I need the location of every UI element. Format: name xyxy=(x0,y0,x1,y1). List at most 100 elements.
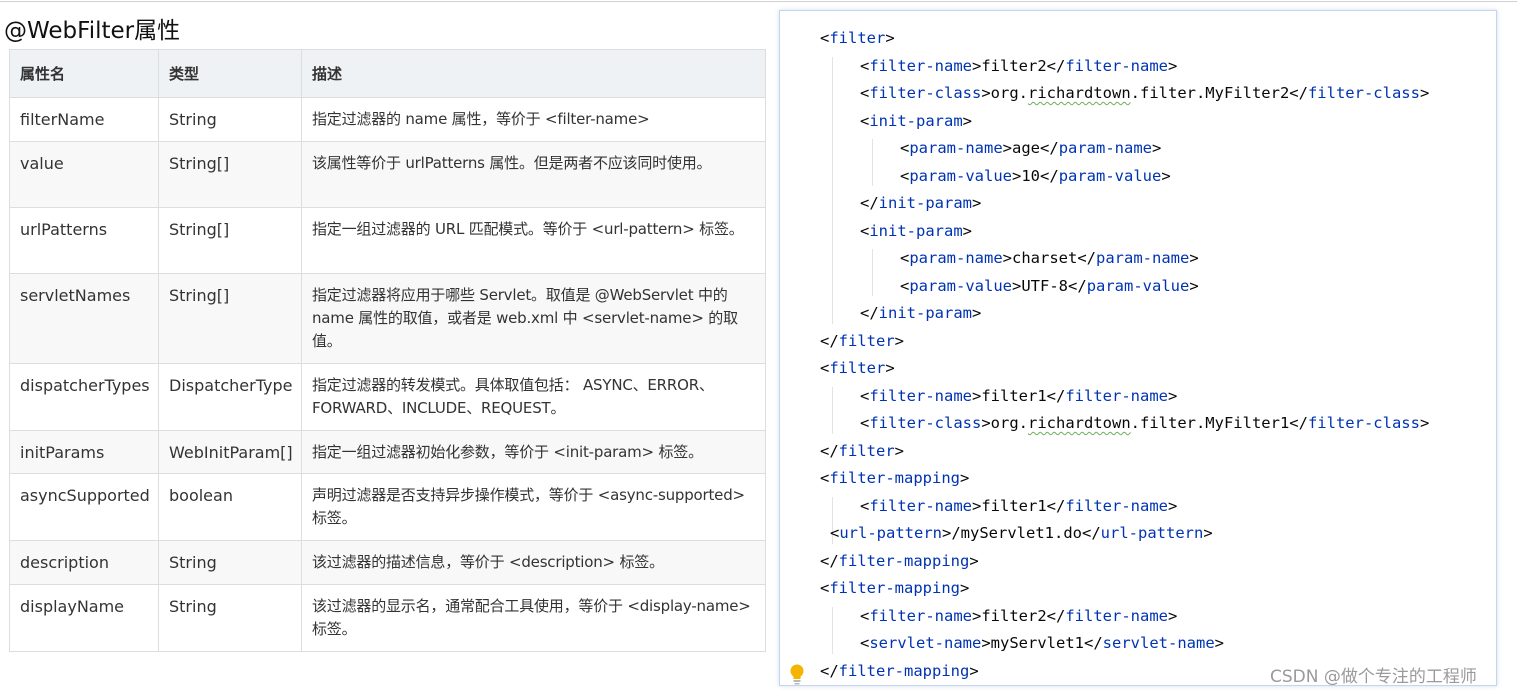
tag-bracket: </ xyxy=(1082,524,1101,542)
xml-tag-name: filter xyxy=(829,29,886,47)
tag-bracket: < xyxy=(900,166,910,185)
table-row: dispatcherTypes DispatcherType 指定过滤器的转发模式。… xyxy=(9,363,766,431)
code-line: <filter-class>org.richardtown.filter.MyF… xyxy=(780,410,1429,438)
tag-bracket: < xyxy=(820,29,830,47)
xml-tag-name: init-param xyxy=(869,111,963,130)
code-line: <filter-class>org.richardtown.filter.MyF… xyxy=(780,80,1429,108)
xml-tag-name: filter-name xyxy=(869,386,972,405)
xml-text-value: myServlet1 xyxy=(990,634,1084,652)
table-row: servletNames String[] 指定过滤器将应用于哪些 Servlet。… xyxy=(9,273,766,364)
table-row: asyncSupported boolean 声明过滤器是否支持异步操作模式，等价于… xyxy=(9,473,766,541)
xml-tag-name: param-value xyxy=(1086,276,1190,295)
spellcheck-squiggle: richardtown xyxy=(1028,84,1131,102)
cell-attribute-name: filterName xyxy=(9,97,159,142)
cell-attribute-description: 指定过滤器的转发模式。具体取值包括： ASYNC、ERROR、FORWARD、I… xyxy=(301,363,766,431)
spellcheck-squiggle: richardtown xyxy=(1028,414,1131,432)
tag-bracket: </ xyxy=(820,661,839,680)
tag-bracket: > xyxy=(1168,386,1178,405)
xml-tag-name: param-value xyxy=(909,166,1012,185)
cell-attribute-type: String[] xyxy=(158,273,302,364)
tag-bracket: < xyxy=(860,111,870,130)
tag-bracket: </ xyxy=(820,551,839,570)
tag-bracket: > xyxy=(1002,139,1013,157)
cell-attribute-description: 该过滤器的显示名，通常配合工具使用，等价于 <display-name> 标签。 xyxy=(301,584,766,652)
tag-bracket: > xyxy=(885,359,895,377)
tag-bracket: > xyxy=(972,56,982,75)
tag-bracket: > xyxy=(1168,496,1178,515)
xml-tag-name: filter-mapping xyxy=(838,551,970,570)
tag-bracket: </ xyxy=(860,304,879,322)
tag-bracket: </ xyxy=(1046,496,1066,515)
tag-bracket: < xyxy=(820,469,830,487)
cell-attribute-description: 指定过滤器将应用于哪些 Servlet。取值是 @WebServlet 中的 n… xyxy=(301,273,766,364)
code-line: <param-value>10</param-value> xyxy=(780,163,1429,191)
xml-tag-name: filter-class xyxy=(1307,84,1420,102)
table-body: filterName String 指定过滤器的 name 属性，等价于 <filt… xyxy=(9,97,766,652)
tag-bracket: </ xyxy=(1077,249,1097,267)
xml-tag-name: param-value xyxy=(1058,166,1162,185)
tag-bracket: </ xyxy=(1084,634,1103,652)
tag-bracket: > xyxy=(962,221,973,240)
cell-attribute-description: 指定一组过滤器初始化参数，等价于 <init-param> 标签。 xyxy=(301,430,766,474)
tag-bracket: </ xyxy=(1289,84,1308,102)
xml-tag-name: init-param xyxy=(878,194,972,212)
code-lines: <filter> <filter-name>filter2</filter-nam… xyxy=(780,25,1429,685)
tag-bracket: > xyxy=(894,331,905,350)
tag-bracket: </ xyxy=(820,441,839,460)
code-line: <servlet-name>myServlet1</servlet-name> xyxy=(780,630,1429,658)
cell-attribute-type: String xyxy=(158,540,302,585)
code-line: </filter-mapping> xyxy=(780,548,1429,576)
cell-attribute-type: String[] xyxy=(158,141,302,208)
xml-text-value: org.richardtown.filter.MyFilter1 xyxy=(990,414,1290,432)
cell-attribute-description: 该过滤器的描述信息，等价于 <description> 标签。 xyxy=(301,540,766,585)
cell-attribute-name: displayName xyxy=(9,584,159,652)
cell-attribute-name: description xyxy=(9,540,159,585)
cell-attribute-name: urlPatterns xyxy=(9,207,159,274)
tag-bracket: > xyxy=(981,414,991,432)
tag-bracket: > xyxy=(1012,276,1022,295)
tag-bracket: < xyxy=(860,496,870,515)
tag-bracket: > xyxy=(894,441,905,460)
tag-bracket: > xyxy=(962,111,973,130)
tag-bracket: < xyxy=(900,139,910,157)
code-line: <param-value>UTF-8</param-value> xyxy=(780,273,1429,301)
column-header-name: 属性名 xyxy=(9,49,159,98)
xml-tag-name: filter-name xyxy=(1065,496,1168,515)
xml-text-value: /myServlet1.do xyxy=(951,524,1082,542)
intention-bulb-icon[interactable] xyxy=(788,662,806,686)
xml-tag-name: param-name xyxy=(909,249,1003,267)
xml-tag-name: filter-mapping xyxy=(838,661,970,680)
xml-text-value: UTF-8 xyxy=(1021,276,1069,295)
tag-bracket: > xyxy=(960,579,970,597)
tag-bracket: </ xyxy=(1040,166,1059,185)
tag-bracket: > xyxy=(969,661,979,680)
code-line: </filter> xyxy=(780,438,1429,466)
table-row: value String[] 该属性等价于 urlPatterns 属性。但是两者不… xyxy=(9,141,766,208)
xml-tag-name: filter-name xyxy=(1065,386,1168,405)
xml-text-value: org.richardtown.filter.MyFilter2 xyxy=(990,84,1290,102)
cell-attribute-type: String[] xyxy=(158,207,302,274)
page-title: @WebFilter属性 xyxy=(4,18,181,44)
tag-bracket: > xyxy=(972,194,982,212)
xml-text-value: age xyxy=(1012,139,1041,157)
xml-tag-name: servlet-name xyxy=(1102,634,1215,652)
tag-bracket: > xyxy=(981,84,991,102)
code-line: </filter> xyxy=(780,328,1429,356)
table-header-row: 属性名 类型 描述 xyxy=(9,49,766,98)
xml-tag-name: filter-name xyxy=(869,56,972,75)
xml-tag-name: url-pattern xyxy=(839,524,942,542)
cell-attribute-description: 该属性等价于 urlPatterns 属性。但是两者不应该同时使用。 xyxy=(301,141,766,208)
tag-bracket: > xyxy=(969,551,979,570)
xml-tag-name: filter-class xyxy=(869,414,982,432)
doc-panel: @WebFilter属性 属性名 类型 描述 filterName String 指… xyxy=(0,0,775,693)
xml-code-editor[interactable]: <filter> <filter-name>filter2</filter-nam… xyxy=(779,10,1497,686)
code-line: <param-name>charset</param-name> xyxy=(780,245,1429,273)
tag-bracket: </ xyxy=(1040,139,1059,157)
xml-tag-name: servlet-name xyxy=(869,634,982,652)
xml-tag-name: param-value xyxy=(909,276,1012,295)
cell-attribute-type: DispatcherType xyxy=(158,363,302,431)
tag-bracket: < xyxy=(830,524,840,542)
table-row: urlPatterns String[] 指定一组过滤器的 URL 匹配模式。等价于… xyxy=(9,207,766,274)
tag-bracket: </ xyxy=(1068,276,1087,295)
code-line: <filter-mapping> xyxy=(780,465,1429,493)
